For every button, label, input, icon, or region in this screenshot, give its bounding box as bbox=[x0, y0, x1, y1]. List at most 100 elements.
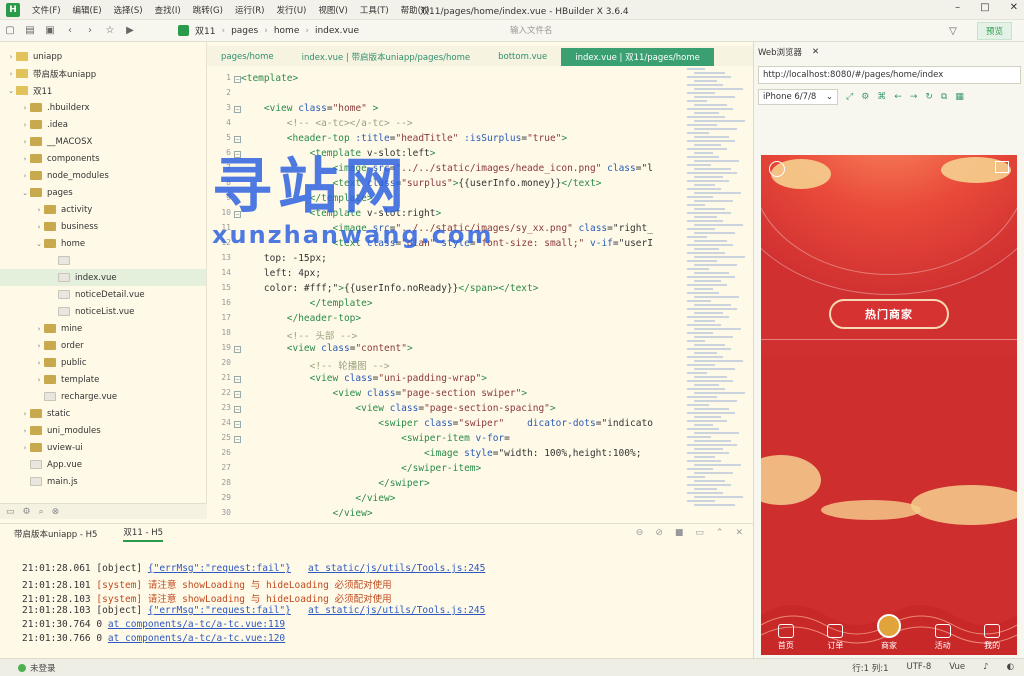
tree-item[interactable]: › order bbox=[0, 337, 206, 354]
encoding[interactable]: UTF-8 bbox=[907, 662, 932, 674]
log-message[interactable]: {"errMsg":"request:fail"} bbox=[148, 605, 291, 616]
browser-tab[interactable]: Web浏览器 ✕ bbox=[758, 44, 819, 60]
code-line[interactable]: <!-- 头部 --> bbox=[241, 328, 357, 343]
tree-item[interactable]: › .hbuilderx bbox=[0, 99, 206, 116]
menu-item[interactable]: 编辑(E) bbox=[67, 4, 108, 16]
log-source-link[interactable]: at components/a-tc/a-tc.vue:119 bbox=[108, 619, 285, 630]
tree-item[interactable]: › activity bbox=[0, 201, 206, 218]
breadcrumb-item[interactable]: index.vue bbox=[315, 26, 359, 36]
expand-caret-icon[interactable]: › bbox=[20, 427, 30, 435]
close-tab-icon[interactable]: ✕ bbox=[812, 47, 819, 57]
expand-caret-icon[interactable]: › bbox=[20, 155, 30, 163]
expand-caret-icon[interactable]: ⌄ bbox=[34, 240, 44, 248]
open-external-icon[interactable]: ⧉ bbox=[941, 92, 947, 102]
new-file-icon[interactable]: ▢ bbox=[0, 25, 20, 36]
code-line[interactable]: <swiper class="swiper" dicator-dots="ind… bbox=[241, 418, 653, 433]
tree-item[interactable]: › .idea bbox=[0, 116, 206, 133]
tree-item[interactable]: main.js bbox=[0, 473, 206, 490]
menu-item[interactable]: 工具(T) bbox=[354, 4, 395, 16]
code-line[interactable]: </template> bbox=[241, 193, 373, 208]
menu-item[interactable]: 视图(V) bbox=[312, 4, 353, 16]
fold-toggle-icon[interactable]: − bbox=[234, 376, 241, 383]
lock-icon[interactable]: ⊖ bbox=[636, 528, 644, 538]
maximize-icon[interactable]: □ bbox=[980, 2, 989, 13]
code-line[interactable]: <template> bbox=[241, 73, 298, 88]
code-line[interactable]: <view class="content"> bbox=[241, 343, 413, 358]
menu-item[interactable]: 发行(U) bbox=[271, 4, 313, 16]
fold-toggle-icon[interactable]: − bbox=[234, 421, 241, 428]
code-line[interactable]: </view> bbox=[241, 508, 373, 518]
open-file-icon[interactable]: ▤ bbox=[20, 25, 40, 36]
code-line[interactable]: color: #fff;">{{userInfo.noReady}}</span… bbox=[241, 283, 539, 298]
url-field[interactable]: http://localhost:8080/#/pages/home/index bbox=[758, 66, 1021, 84]
code-line[interactable]: <header-top :title="headTitle" :isSurplu… bbox=[241, 133, 567, 148]
tab-home[interactable]: 首页 bbox=[777, 624, 794, 651]
screenshot-icon[interactable]: ⤢ bbox=[846, 92, 853, 102]
expand-caret-icon[interactable]: › bbox=[20, 410, 30, 418]
code-line[interactable]: <image src="../../static/images/sy_xx.pn… bbox=[241, 223, 653, 238]
code-line[interactable]: <!-- <a-tc></a-tc> --> bbox=[241, 118, 413, 133]
debug-icon[interactable]: ⌘ bbox=[877, 92, 886, 102]
code-editor[interactable]: 1−2 3−4 5−6−7 8 9 10−11 12 13 14 15 16 17 18 19−20 21−… bbox=[207, 66, 753, 518]
copy-icon[interactable]: ▭ bbox=[695, 528, 704, 538]
fold-toggle-icon[interactable]: − bbox=[234, 106, 241, 113]
tab-mine[interactable]: 我的 bbox=[984, 624, 1001, 651]
tree-item[interactable]: › business bbox=[0, 218, 206, 235]
code-line[interactable]: <image src="../../static/images/heade_ic… bbox=[241, 163, 653, 178]
code-line[interactable]: left: 4px; bbox=[241, 268, 321, 283]
close-icon[interactable]: ✕ bbox=[735, 528, 743, 538]
breadcrumb-item[interactable]: home bbox=[274, 26, 300, 36]
fold-toggle-icon[interactable]: − bbox=[234, 436, 241, 443]
code-line[interactable]: <view class="page-section swiper"> bbox=[241, 388, 528, 403]
fold-toggle-icon[interactable]: − bbox=[234, 136, 241, 143]
code-line[interactable]: </swiper> bbox=[241, 478, 430, 493]
expand-caret-icon[interactable]: › bbox=[6, 70, 16, 78]
tab-merchants[interactable]: 商家 bbox=[876, 614, 901, 651]
tree-item[interactable]: › 带启版本uniapp bbox=[0, 65, 206, 82]
run-icon[interactable]: ▶ bbox=[120, 25, 140, 36]
tree-item[interactable]: ⌄ 双11 bbox=[0, 82, 206, 99]
code-line[interactable]: </header-top> bbox=[241, 313, 361, 328]
language-mode[interactable]: Vue bbox=[949, 662, 965, 674]
tree-item[interactable]: › mine bbox=[0, 320, 206, 337]
tree-item[interactable]: › template bbox=[0, 371, 206, 388]
code-line[interactable]: <swiper-item v-for= bbox=[241, 433, 510, 448]
expand-caret-icon[interactable]: › bbox=[34, 359, 44, 367]
expand-caret-icon[interactable]: › bbox=[20, 444, 30, 452]
menu-item[interactable]: 文件(F) bbox=[26, 4, 67, 16]
editor-tab[interactable]: pages/home bbox=[207, 48, 288, 66]
code-line[interactable]: top: -15px; bbox=[241, 253, 327, 268]
menu-item[interactable]: 选择(S) bbox=[108, 4, 149, 16]
device-select[interactable]: iPhone 6/7/8 ⌄ bbox=[758, 89, 838, 105]
breadcrumb-item[interactable]: 双11 bbox=[195, 24, 215, 37]
settings-icon[interactable]: ⚙ bbox=[23, 507, 31, 517]
tree-item[interactable] bbox=[0, 252, 206, 269]
menu-item[interactable]: 运行(R) bbox=[229, 4, 271, 16]
tree-item[interactable]: › uniapp bbox=[0, 48, 206, 65]
stop-icon[interactable]: ■ bbox=[675, 528, 684, 538]
login-status[interactable]: 未登录 bbox=[18, 662, 56, 674]
save-icon[interactable]: ▣ bbox=[40, 25, 60, 36]
log-source-link[interactable]: at static/js/utils/Tools.js:245 bbox=[308, 563, 485, 574]
tree-item[interactable]: App.vue bbox=[0, 456, 206, 473]
code-line[interactable]: <!-- 轮播图 --> bbox=[241, 358, 390, 373]
clear-icon[interactable]: ⊘ bbox=[655, 528, 663, 538]
tree-item[interactable]: ⌄ home bbox=[0, 235, 206, 252]
code-line[interactable]: </view> bbox=[241, 493, 395, 508]
favorite-star-icon[interactable]: ☆ bbox=[100, 25, 120, 36]
expand-caret-icon[interactable]: ⌄ bbox=[6, 87, 16, 95]
fold-toggle-icon[interactable]: − bbox=[234, 346, 241, 353]
forward-icon[interactable]: → bbox=[910, 92, 918, 102]
expand-caret-icon[interactable]: › bbox=[20, 121, 30, 129]
tab-activity[interactable]: 活动 bbox=[934, 624, 951, 651]
expand-caret-icon[interactable]: › bbox=[34, 376, 44, 384]
menu-item[interactable]: 跳转(G) bbox=[187, 4, 229, 16]
hot-merchants-button[interactable]: 热门商家 bbox=[829, 299, 949, 329]
tree-item[interactable]: ⌄ pages bbox=[0, 184, 206, 201]
expand-caret-icon[interactable]: › bbox=[6, 53, 16, 61]
tree-item[interactable]: › uview-ui bbox=[0, 439, 206, 456]
tree-item[interactable]: › __MACOSX bbox=[0, 133, 206, 150]
code-line[interactable]: </template> bbox=[241, 298, 373, 313]
code-line[interactable]: <template v-slot:left> bbox=[241, 148, 436, 163]
folder-icon[interactable]: ▭ bbox=[6, 507, 15, 517]
